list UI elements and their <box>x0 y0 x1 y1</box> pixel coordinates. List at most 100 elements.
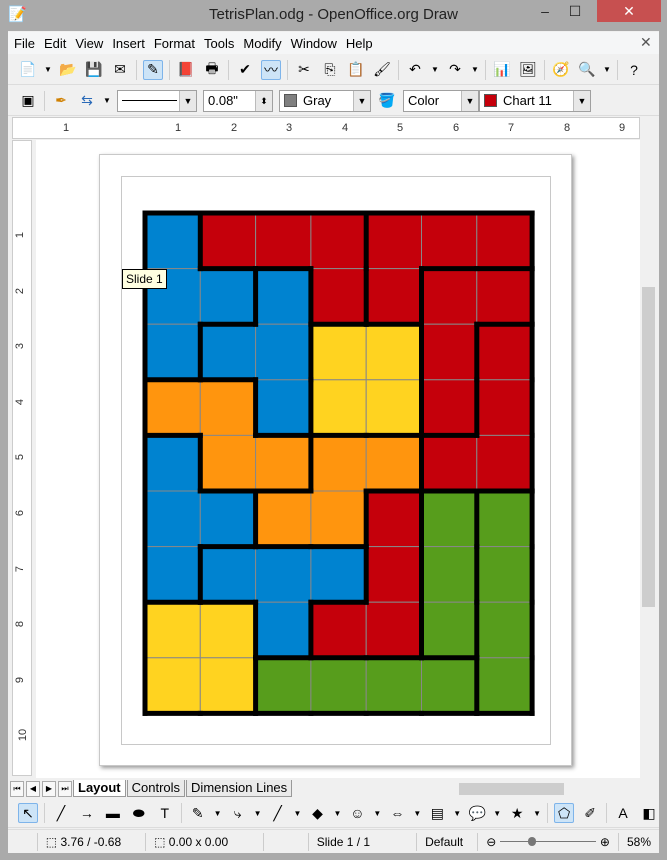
dropdown-arrow-icon[interactable]: ▼ <box>44 65 52 74</box>
tetris-cell[interactable] <box>365 657 422 714</box>
tetris-cell[interactable] <box>421 212 478 270</box>
tetris-cell[interactable] <box>144 434 201 492</box>
tetris-cell[interactable] <box>476 434 533 492</box>
tetris-cell[interactable] <box>255 268 312 325</box>
fill-color-select[interactable]: Chart 11 ▼ <box>479 89 591 112</box>
menu-insert[interactable]: Insert <box>112 36 145 51</box>
tetris-cell[interactable] <box>310 323 367 381</box>
tetris-cell[interactable] <box>310 379 367 436</box>
tetris-cell[interactable] <box>310 268 367 325</box>
tetris-cell[interactable] <box>476 268 533 325</box>
arrow-style-icon[interactable]: ⇆ <box>77 91 97 111</box>
help-icon[interactable]: ? <box>624 60 644 80</box>
open-icon[interactable]: 📂 <box>58 60 78 80</box>
curve-icon[interactable]: ✎ <box>188 803 208 823</box>
tetris-cell[interactable] <box>365 212 422 270</box>
tetris-cell[interactable] <box>199 212 257 270</box>
tetris-cell[interactable] <box>365 434 422 492</box>
dropdown-arrow-icon[interactable]: ▼ <box>413 809 421 818</box>
tetris-cell[interactable] <box>255 657 312 714</box>
menu-format[interactable]: Format <box>154 36 195 51</box>
new-icon[interactable]: 📄 <box>18 60 38 80</box>
tetris-cell[interactable] <box>421 601 478 659</box>
export-pdf-icon[interactable]: 📕 <box>176 60 196 80</box>
tetris-cell[interactable] <box>421 546 478 603</box>
tetris-cell[interactable] <box>199 434 257 492</box>
tetris-cell[interactable] <box>199 546 257 603</box>
tetris-cell[interactable] <box>476 657 533 714</box>
tetris-cell[interactable] <box>255 546 312 603</box>
arrow-line-icon[interactable]: → <box>77 803 97 823</box>
prev-tab-button[interactable]: ◀ <box>26 780 40 797</box>
tetris-cell[interactable] <box>310 490 367 548</box>
tetris-cell[interactable] <box>476 490 533 548</box>
connector-icon[interactable]: ⤷ <box>228 803 248 823</box>
dropdown-arrow-icon[interactable]: ▼ <box>294 809 302 818</box>
select-icon[interactable]: ↖ <box>18 803 38 823</box>
tetris-cell[interactable] <box>199 323 257 381</box>
area-style-select[interactable]: Color ▼ <box>403 89 479 112</box>
dropdown-arrow-icon[interactable]: ▼ <box>333 809 341 818</box>
autospellcheck-icon[interactable]: 〰 <box>261 59 281 80</box>
paste-icon[interactable]: 📋 <box>346 60 366 80</box>
tetris-cell[interactable] <box>421 268 478 325</box>
tab-layout[interactable]: Layout <box>73 780 126 797</box>
tab-controls[interactable]: Controls <box>126 780 186 797</box>
basic-shapes-icon[interactable]: ◆ <box>308 803 328 823</box>
tetris-cell[interactable] <box>365 323 422 381</box>
menu-file[interactable]: File <box>14 36 35 51</box>
tetris-plan-drawing[interactable] <box>142 210 535 716</box>
symbol-shapes-icon[interactable]: ☺ <box>347 803 367 823</box>
dropdown-arrow-icon[interactable]: ▼ <box>254 809 262 818</box>
ellipse-icon[interactable]: ⬬ <box>129 803 149 823</box>
tetris-cell[interactable] <box>476 323 533 381</box>
tetris-cell[interactable] <box>310 601 367 659</box>
line-icon[interactable]: ╱ <box>51 803 71 823</box>
fontwork-icon[interactable]: A <box>613 803 633 823</box>
tetris-cell[interactable] <box>144 490 201 548</box>
tetris-cell[interactable] <box>199 268 257 325</box>
scroll-thumb[interactable] <box>642 287 655 607</box>
line-style-select[interactable]: ▼ <box>117 89 197 112</box>
line-color-select[interactable]: Gray ▼ <box>279 89 371 112</box>
redo-icon[interactable]: ↷ <box>445 60 465 80</box>
minimize-button[interactable]: – <box>530 0 560 22</box>
tetris-cell[interactable] <box>255 323 312 381</box>
email-icon[interactable]: ✉ <box>110 60 130 80</box>
tetris-cell[interactable] <box>144 212 201 270</box>
callouts-icon[interactable]: 💬 <box>467 803 487 823</box>
tetris-cell[interactable] <box>310 434 367 492</box>
cut-icon[interactable]: ✂ <box>294 60 314 80</box>
tetris-cell[interactable] <box>476 212 533 270</box>
spellcheck-icon[interactable]: ✔ <box>235 60 255 80</box>
line-width-field[interactable]: 0.08" ⬍ <box>203 89 273 112</box>
tetris-cell[interactable] <box>476 379 533 436</box>
dropdown-arrow-icon[interactable]: ▼ <box>214 809 222 818</box>
dropdown-arrow-icon[interactable]: ▼ <box>471 65 479 74</box>
tetris-cell[interactable] <box>255 212 312 270</box>
tetris-cell[interactable] <box>199 601 257 659</box>
clone-format-icon[interactable]: 🖌 <box>372 60 392 80</box>
dropdown-arrow-icon[interactable]: ▼ <box>453 809 461 818</box>
maximize-button[interactable]: ☐ <box>560 0 590 22</box>
tetris-cell[interactable] <box>255 490 312 548</box>
close-button[interactable]: ✕ <box>597 0 661 22</box>
menu-modify[interactable]: Modify <box>243 36 281 51</box>
tetris-cell[interactable] <box>310 546 367 603</box>
menu-tools[interactable]: Tools <box>204 36 234 51</box>
tetris-cell[interactable] <box>144 657 201 714</box>
dropdown-arrow-icon[interactable]: ▼ <box>373 809 381 818</box>
lines-arrows-icon[interactable]: ╱ <box>268 803 288 823</box>
glue-points-icon[interactable]: ✐ <box>580 803 600 823</box>
tetris-cell[interactable] <box>476 546 533 603</box>
tetris-cell[interactable] <box>255 379 312 436</box>
tetris-cell[interactable] <box>365 379 422 436</box>
tetris-cell[interactable] <box>144 546 201 603</box>
edit-file-icon[interactable]: ✎ <box>143 59 163 80</box>
zoom-slider[interactable]: ⊖ ⊕ <box>478 832 619 851</box>
horizontal-scrollbar[interactable] <box>369 780 659 797</box>
line-icon[interactable]: ✒ <box>51 91 71 111</box>
area-icon[interactable]: 🪣 <box>377 91 397 111</box>
tetris-cell[interactable] <box>365 546 422 603</box>
tab-dimension-lines[interactable]: Dimension Lines <box>186 780 293 797</box>
